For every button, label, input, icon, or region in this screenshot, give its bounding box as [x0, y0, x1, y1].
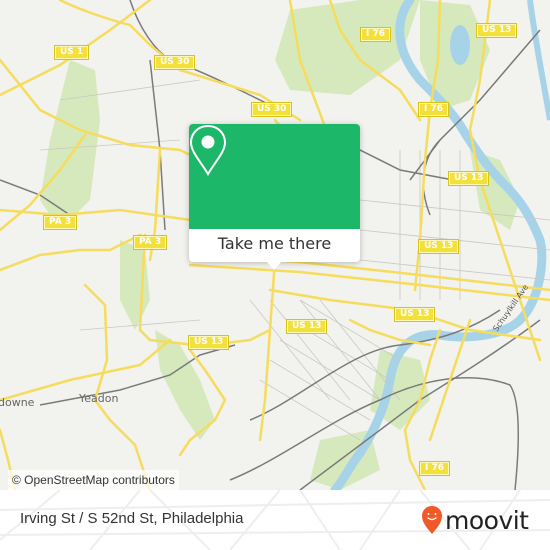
route-shield-us-30: US 30: [250, 102, 293, 117]
route-shield-pa-3: PA 3: [132, 235, 168, 250]
place-label-lansdowne: downe: [0, 396, 35, 409]
popup-pointer: [266, 261, 282, 270]
route-shield-us-13: US 13: [187, 335, 230, 350]
route-shield-i-76: I 76: [418, 461, 451, 476]
destination-popup: Take me there: [189, 124, 360, 270]
park-cobbs-creek: [120, 240, 150, 330]
route-shield-i-76: I 76: [359, 27, 392, 42]
route-shield-us-13: US 13: [285, 319, 328, 334]
route-shield-us-1: US 1: [53, 45, 90, 60]
route-shield-us-13: US 13: [417, 239, 460, 254]
route-shield-us-13: US 13: [393, 307, 436, 322]
popup-header: [189, 124, 360, 229]
place-label-yeadon: Yeadon: [79, 392, 119, 405]
route-shield-pa-3: PA 3: [42, 215, 78, 230]
route-shield-us-13: US 13: [475, 23, 518, 38]
route-shield-us-13: US 13: [447, 171, 490, 186]
park-cobbs-creek-north: [40, 60, 100, 230]
footer-bar: Irving St / S 52nd St, Philadelphia moov…: [0, 490, 550, 550]
moovit-wordmark: moovit: [445, 505, 529, 535]
reservoir: [450, 25, 470, 65]
osm-attribution[interactable]: © OpenStreetMap contributors: [8, 470, 179, 490]
route-shield-i-76: I 76: [417, 102, 450, 117]
river-segment: [527, 0, 550, 121]
take-me-there-button[interactable]: Take me there: [189, 229, 360, 262]
map-widget: Schuylkill Ave US 1 US 30 US 30 I 76 I 7…: [0, 0, 550, 550]
moovit-logo[interactable]: moovit: [421, 504, 529, 536]
map-canvas[interactable]: Schuylkill Ave US 1 US 30 US 30 I 76 I 7…: [0, 0, 550, 490]
route-shield-us-30: US 30: [153, 55, 196, 70]
location-pin-icon: [189, 124, 227, 176]
stop-address: Irving St / S 52nd St, Philadelphia: [20, 510, 244, 527]
moovit-pin-icon: [422, 506, 442, 534]
